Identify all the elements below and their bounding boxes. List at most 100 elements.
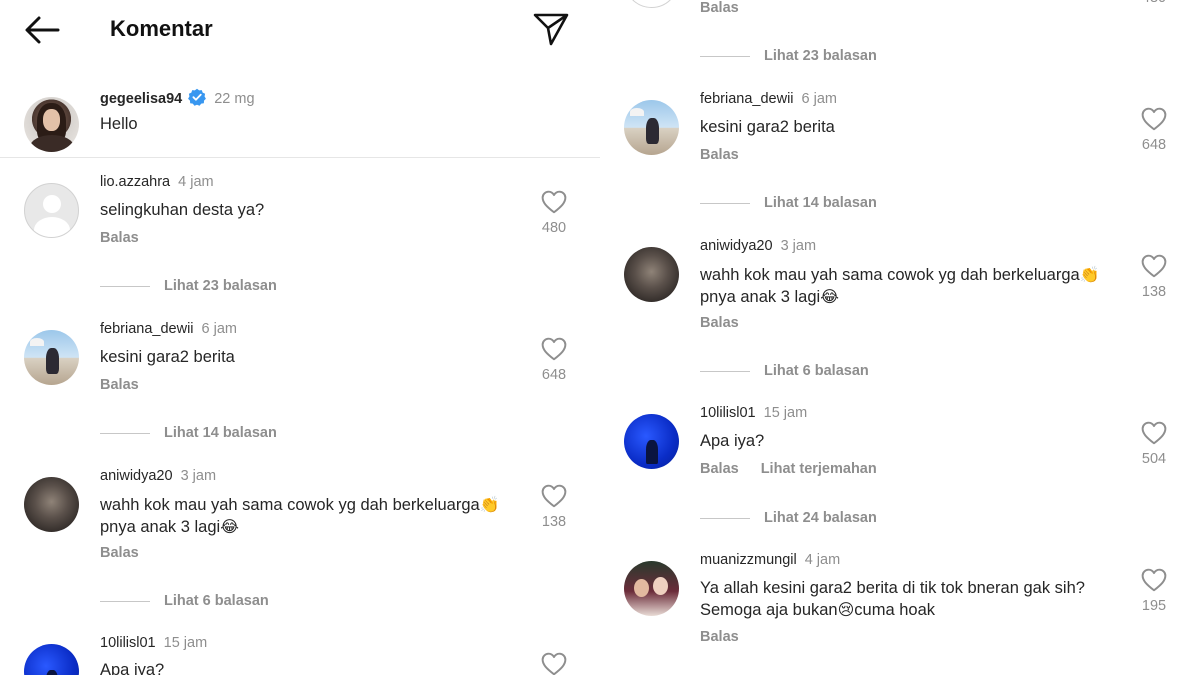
view-replies-button[interactable]: Lihat 24 balasan bbox=[700, 510, 877, 526]
divider bbox=[700, 202, 750, 204]
arrow-left-icon[interactable] bbox=[22, 12, 62, 48]
username[interactable]: aniwidya20 bbox=[700, 238, 773, 254]
divider bbox=[100, 432, 150, 434]
avatar[interactable] bbox=[624, 100, 679, 155]
divider bbox=[0, 157, 600, 158]
tears-of-joy-emoji: 😂 bbox=[220, 517, 239, 536]
comment-actions: Balas bbox=[100, 545, 139, 561]
see-translation-button[interactable]: Lihat terjemahan bbox=[761, 461, 877, 477]
view-replies-button[interactable]: Lihat 14 balasan bbox=[100, 425, 277, 441]
reply-button[interactable]: Balas bbox=[100, 230, 139, 246]
like-count: 138 bbox=[541, 514, 567, 530]
comment-actions: Balas bbox=[700, 629, 739, 645]
comment-actions: Balas bbox=[100, 230, 139, 246]
avatar[interactable] bbox=[24, 644, 79, 675]
avatar[interactable] bbox=[24, 97, 79, 152]
view-replies-label: Lihat 23 balasan bbox=[164, 278, 277, 294]
caption-text: Hello bbox=[100, 115, 138, 133]
comment-actions: Balas bbox=[700, 147, 739, 163]
avatar[interactable] bbox=[624, 561, 679, 616]
comment-header: aniwidya20 3 jam bbox=[700, 238, 816, 254]
left-comments-screen: Komentar gegeelisa94 22 mg Hello lio.azz… bbox=[0, 0, 600, 675]
comment-text-line-1: wahh kok mau yah sama cowok yg dah berke… bbox=[700, 266, 1080, 284]
heart-icon[interactable] bbox=[1141, 568, 1167, 592]
timestamp: 3 jam bbox=[780, 238, 817, 254]
username[interactable]: lio.azzahra bbox=[100, 174, 170, 190]
comment-actions: Balas Lihat terjemahan bbox=[700, 461, 877, 477]
comment-text: Ya allah kesini gara2 berita di tik tok … bbox=[700, 578, 1085, 621]
reply-button[interactable]: Balas bbox=[700, 461, 739, 477]
comment-text: Apa iya? bbox=[100, 661, 165, 675]
reply-button[interactable]: Balas bbox=[100, 545, 139, 561]
reply-button[interactable]: Balas bbox=[700, 629, 739, 645]
view-replies-label: Lihat 14 balasan bbox=[764, 195, 877, 211]
right-comments-screen: Balas 480 Lihat 23 balasan febriana_dewi… bbox=[600, 0, 1200, 675]
paper-plane-icon[interactable] bbox=[532, 11, 570, 47]
username[interactable]: 10lilisl01 bbox=[100, 635, 156, 651]
comment-header: 10lilisl01 15 jam bbox=[700, 405, 807, 421]
comment-header: 10lilisl01 15 jam bbox=[100, 635, 207, 651]
divider bbox=[700, 517, 750, 519]
username[interactable]: aniwidya20 bbox=[100, 468, 173, 484]
divider bbox=[100, 600, 150, 602]
avatar[interactable] bbox=[624, 247, 679, 302]
view-replies-button[interactable]: Lihat 23 balasan bbox=[100, 278, 277, 294]
comment-actions: Balas bbox=[100, 377, 139, 393]
comment-text-line-2: Semoga aja bukan bbox=[700, 601, 838, 619]
timestamp: 15 jam bbox=[763, 405, 808, 421]
username[interactable]: gegeelisa94 bbox=[100, 91, 182, 107]
comment-header: aniwidya20 3 jam bbox=[100, 468, 216, 484]
view-replies-button[interactable]: Lihat 23 balasan bbox=[700, 48, 877, 64]
crying-face-emoji: 😢 bbox=[837, 600, 855, 619]
heart-icon[interactable] bbox=[541, 190, 567, 214]
view-replies-button[interactable]: Lihat 14 balasan bbox=[700, 195, 877, 211]
comment-text-line-1: Ya allah kesini gara2 berita di tik tok … bbox=[700, 579, 1085, 597]
view-replies-button[interactable]: Lihat 6 balasan bbox=[100, 593, 269, 609]
timestamp: 6 jam bbox=[801, 91, 837, 107]
comment-text: kesini gara2 berita bbox=[700, 118, 835, 136]
reply-button[interactable]: Balas bbox=[700, 0, 739, 16]
avatar[interactable] bbox=[624, 414, 679, 469]
timestamp: 15 jam bbox=[163, 635, 208, 651]
reply-button[interactable]: Balas bbox=[700, 315, 739, 331]
heart-icon[interactable] bbox=[541, 337, 567, 361]
comment-text: kesini gara2 berita bbox=[100, 348, 235, 366]
comment-text-line-2: pnya anak 3 lagi bbox=[100, 518, 221, 536]
username[interactable]: 10lilisl01 bbox=[700, 405, 756, 421]
reply-button[interactable]: Balas bbox=[100, 377, 139, 393]
like-count: 480 bbox=[1134, 0, 1174, 6]
avatar[interactable] bbox=[624, 0, 679, 8]
comment-text: wahh kok mau yah sama cowok yg dah berke… bbox=[100, 494, 500, 538]
divider bbox=[700, 370, 750, 372]
timestamp: 4 jam bbox=[804, 552, 841, 568]
heart-icon[interactable] bbox=[541, 652, 567, 675]
avatar[interactable] bbox=[24, 330, 79, 385]
comment-text-line-2: pnya anak 3 lagi bbox=[700, 288, 821, 306]
heart-icon[interactable] bbox=[1141, 107, 1167, 131]
comment-text-line-2-end: cuma hoak bbox=[854, 601, 936, 619]
verified-badge-icon bbox=[188, 88, 207, 106]
view-replies-label: Lihat 23 balasan bbox=[764, 48, 877, 64]
view-replies-button[interactable]: Lihat 6 balasan bbox=[700, 363, 869, 379]
avatar[interactable] bbox=[24, 183, 79, 238]
view-replies-label: Lihat 14 balasan bbox=[164, 425, 277, 441]
view-replies-label: Lihat 6 balasan bbox=[164, 593, 269, 609]
comment-text: wahh kok mau yah sama cowok yg dah berke… bbox=[700, 264, 1100, 308]
avatar[interactable] bbox=[24, 477, 79, 532]
view-replies-label: Lihat 6 balasan bbox=[764, 363, 869, 379]
username[interactable]: febriana_dewii bbox=[100, 321, 194, 337]
comment-actions: Balas bbox=[700, 0, 739, 16]
like-count: 195 bbox=[1141, 598, 1167, 614]
page-title: Komentar bbox=[110, 16, 213, 41]
comment-text: selingkuhan desta ya? bbox=[100, 201, 265, 219]
username[interactable]: febriana_dewii bbox=[700, 91, 794, 107]
reply-button[interactable]: Balas bbox=[700, 147, 739, 163]
comment-header: lio.azzahra 4 jam bbox=[100, 174, 214, 190]
comment-header: febriana_dewii 6 jam bbox=[700, 91, 837, 107]
heart-icon[interactable] bbox=[541, 484, 567, 508]
divider bbox=[100, 285, 150, 287]
heart-icon[interactable] bbox=[1141, 254, 1167, 278]
heart-icon[interactable] bbox=[1141, 421, 1167, 445]
comment-header: muanizzmungil 4 jam bbox=[700, 552, 840, 568]
username[interactable]: muanizzmungil bbox=[700, 552, 797, 568]
